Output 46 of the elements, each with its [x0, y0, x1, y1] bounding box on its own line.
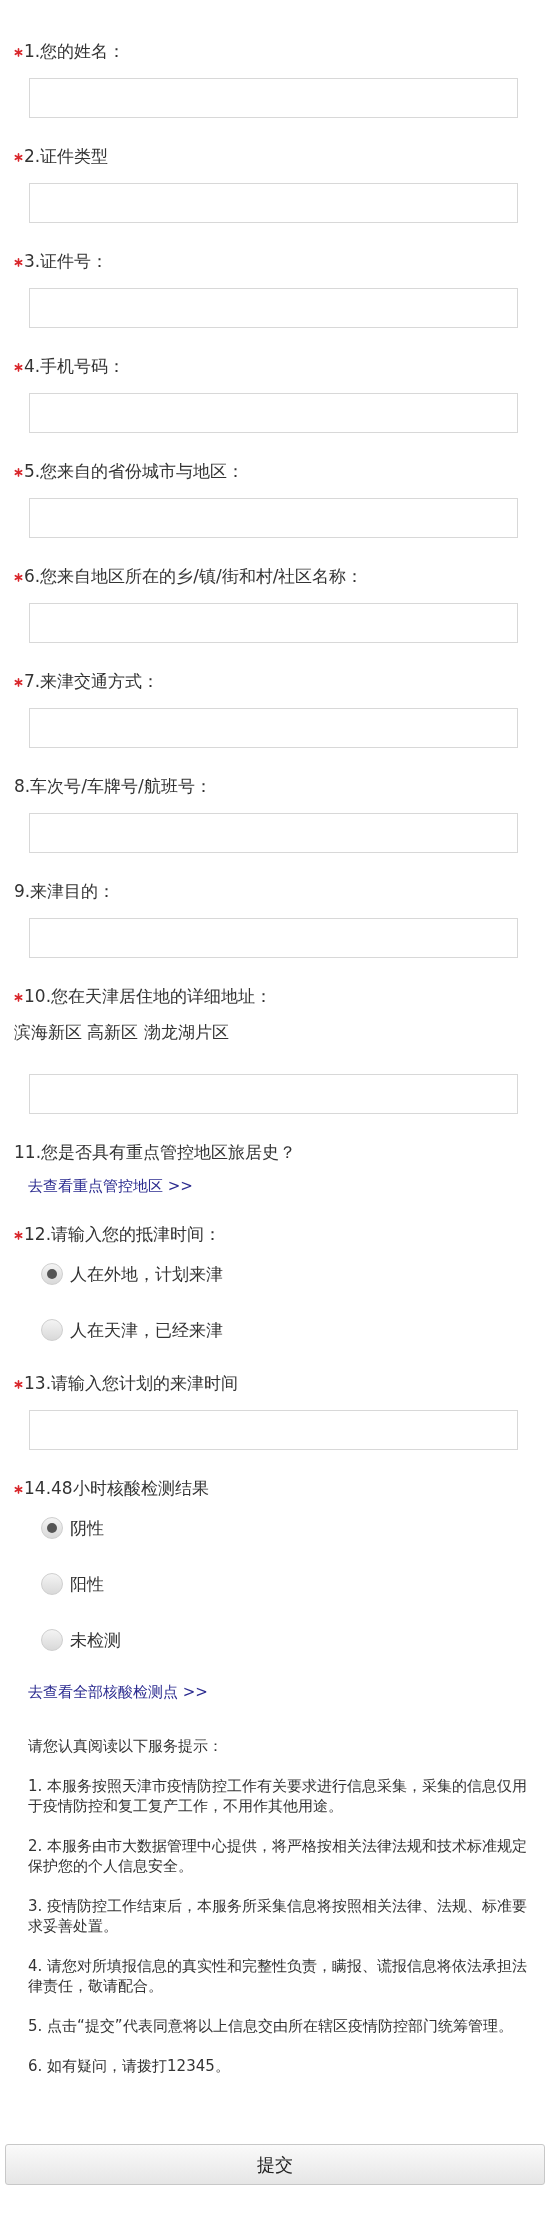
- question-label: 14.48小时核酸检测结果: [24, 1477, 209, 1500]
- input-field[interactable]: [29, 813, 518, 853]
- question-label: 3.证件号：: [24, 250, 109, 273]
- question-label: 8.车次号/车牌号/航班号：: [14, 775, 212, 798]
- question-label: 11.您是否具有重点管控地区旅居史？: [14, 1141, 297, 1164]
- radio-button[interactable]: [41, 1629, 63, 1651]
- radio-button[interactable]: [41, 1319, 63, 1341]
- input-field[interactable]: [29, 393, 518, 433]
- radio-label: 阳性: [70, 1573, 104, 1596]
- notice-paragraph: 3. 疫情防控工作结束后，本服务所采集信息将按照相关法律、法规、标准要求妥善处置。: [28, 1896, 528, 1936]
- radio-button[interactable]: [41, 1573, 63, 1595]
- question-label: 2.证件类型: [24, 145, 109, 168]
- notice-paragraph: 2. 本服务由市大数据管理中心提供，将严格按相关法律法规和技术标准规定保护您的个人信息安全。: [28, 1836, 528, 1876]
- question-label: 4.手机号码：: [24, 355, 126, 378]
- radio-label: 人在外地，计划来津: [70, 1263, 223, 1286]
- question-label: 5.您来自的省份城市与地区：: [24, 460, 245, 483]
- input-field[interactable]: [29, 288, 518, 328]
- question-label: 10.您在天津居住地的详细地址：: [24, 985, 273, 1008]
- address-hint: 滨海新区 高新区 渤龙湖片区: [13, 1021, 230, 1044]
- input-field[interactable]: [29, 1074, 518, 1114]
- view-link[interactable]: 去查看重点管控地区 >>: [28, 1176, 193, 1196]
- radio-button[interactable]: [41, 1517, 63, 1539]
- radio-label: 阴性: [70, 1517, 104, 1540]
- question-label: 7.来津交通方式：: [24, 670, 160, 693]
- input-field[interactable]: [29, 498, 518, 538]
- notice-paragraph: 1. 本服务按照天津市疫情防控工作有关要求进行信息采集，采集的信息仅用于疫情防控和复工复产工作，不用作其他用途。: [28, 1776, 528, 1816]
- question-label: 1.您的姓名：: [24, 40, 126, 63]
- input-field[interactable]: [29, 603, 518, 643]
- radio-label: 人在天津，已经来津: [70, 1319, 223, 1342]
- notice-paragraph: 6. 如有疑问，请拨打12345。: [28, 2056, 231, 2076]
- question-label: 9.来津目的：: [14, 880, 116, 903]
- notice-paragraph: 5. 点击“提交”代表同意将以上信息交由所在辖区疫情防控部门统筹管理。: [28, 2016, 514, 2036]
- submit-button[interactable]: 提交: [5, 2144, 545, 2185]
- radio-button[interactable]: [41, 1263, 63, 1285]
- input-field[interactable]: [29, 1410, 518, 1450]
- question-label: 6.您来自地区所在的乡/镇/街和村/社区名称：: [24, 565, 364, 588]
- radio-label: 未检测: [70, 1629, 121, 1652]
- input-field[interactable]: [29, 918, 518, 958]
- input-field[interactable]: [29, 183, 518, 223]
- notice-intro: 请您认真阅读以下服务提示：: [28, 1736, 224, 1756]
- question-label: 13.请输入您计划的来津时间: [24, 1372, 239, 1395]
- input-field[interactable]: [29, 78, 518, 118]
- input-field[interactable]: [29, 708, 518, 748]
- question-label: 12.请输入您的抵津时间：: [24, 1223, 222, 1246]
- view-link[interactable]: 去查看全部核酸检测点 >>: [28, 1682, 208, 1702]
- notice-paragraph: 4. 请您对所填报信息的真实性和完整性负责，瞒报、谎报信息将依法承担法律责任，敬请配合。: [28, 1956, 528, 1996]
